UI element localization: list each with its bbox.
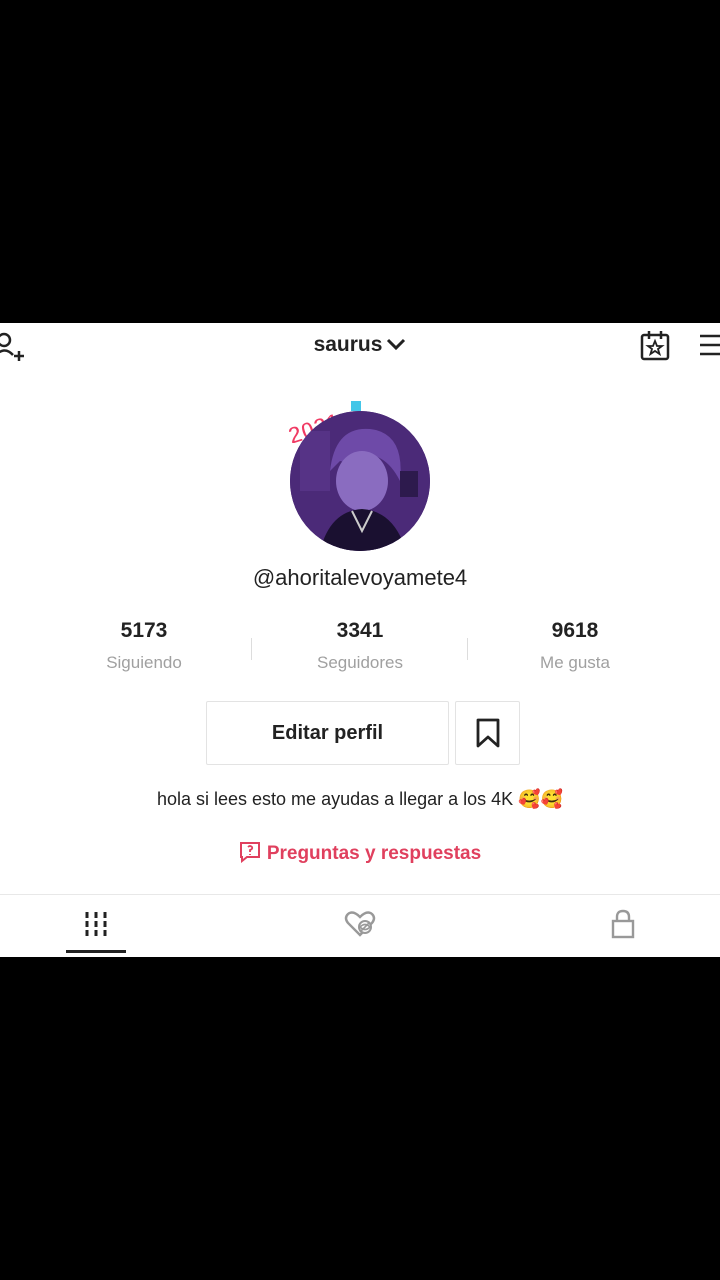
bio: hola si lees esto me ayudas a llegar a l… xyxy=(156,789,564,809)
qa-link[interactable]: Preguntas y respuestas xyxy=(0,841,720,869)
edit-profile-button[interactable]: Editar perfil xyxy=(206,701,449,765)
menu-icon xyxy=(700,334,720,356)
tab-active-indicator xyxy=(66,950,126,953)
stat-following[interactable]: 5173 Siguiendo xyxy=(74,619,214,673)
tabs-divider xyxy=(0,894,720,895)
liked-hidden-icon xyxy=(344,911,376,937)
profile-screen: saurus 2021 @ahoritalevoyamete4 5173 Sig… xyxy=(0,323,720,957)
chevron-down-icon xyxy=(386,331,406,359)
tab-videos[interactable] xyxy=(66,908,126,940)
bookmark-icon xyxy=(476,718,499,748)
calendar-star-icon xyxy=(640,331,670,361)
avatar[interactable] xyxy=(290,411,430,551)
stat-label: Siguiendo xyxy=(106,653,182,672)
menu-button[interactable] xyxy=(698,333,720,359)
stat-likes[interactable]: 9618 Me gusta xyxy=(505,619,645,673)
videos-grid-icon xyxy=(85,912,107,936)
lock-icon xyxy=(611,909,635,939)
username: @ahoritalevoyamete4 xyxy=(252,565,468,590)
stat-value: 9618 xyxy=(551,619,599,642)
stat-label: Me gusta xyxy=(540,653,610,672)
tab-private[interactable] xyxy=(593,908,653,940)
calendar-button[interactable] xyxy=(639,329,671,363)
stat-divider xyxy=(251,638,252,660)
stat-label: Seguidores xyxy=(316,653,403,672)
stat-divider xyxy=(467,638,468,660)
stat-value: 3341 xyxy=(336,619,384,642)
qa-link-label: Preguntas y respuestas xyxy=(266,843,482,864)
stat-value: 5173 xyxy=(120,619,168,642)
account-name: saurus xyxy=(313,333,383,356)
stat-followers[interactable]: 3341 Seguidores xyxy=(290,619,430,673)
tab-liked[interactable] xyxy=(330,908,390,940)
qa-icon xyxy=(239,841,261,869)
account-switcher[interactable]: saurus xyxy=(0,331,720,359)
favorites-button[interactable] xyxy=(455,701,520,765)
